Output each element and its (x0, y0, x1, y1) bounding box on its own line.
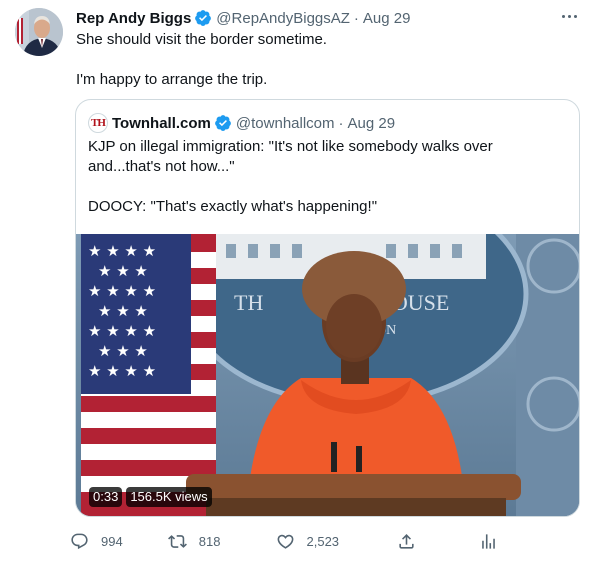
author-handle[interactable]: @RepAndyBiggsAZ (216, 10, 350, 27)
verified-badge-icon (195, 10, 212, 26)
svg-text:★ ★ ★: ★ ★ ★ (98, 302, 148, 320)
retweet-icon (167, 534, 187, 548)
svg-text:★ ★ ★ ★: ★ ★ ★ ★ (88, 282, 156, 300)
more-icon[interactable] (559, 6, 579, 26)
author-name[interactable]: Rep Andy Biggs (76, 10, 191, 27)
action-bar: 994 818 2,523 (70, 528, 510, 554)
reply-count: 994 (101, 533, 123, 549)
reply-icon (71, 533, 88, 549)
quoted-author-name[interactable]: Townhall.com (112, 115, 211, 132)
quoted-tweet[interactable]: TH Townhall.com @townhallcom · Aug 29 KJ… (75, 99, 580, 517)
svg-text:★ ★ ★ ★: ★ ★ ★ ★ (88, 322, 156, 340)
retweet-count: 818 (198, 533, 221, 549)
tweet-header: Rep Andy Biggs @RepAndyBiggsAZ · Aug 29 (76, 8, 579, 28)
analytics-button[interactable] (479, 532, 510, 551)
separator-dot: · (353, 9, 359, 27)
quoted-date[interactable]: Aug 29 (348, 115, 396, 132)
quoted-text-line: DOOCY: "That's exactly what's happening!… (88, 198, 378, 215)
video-player[interactable]: TH HOUSE ON ★ ★ ★ ★ ★ ★ ★ ★ ★ ★ ★ ★ ★ ★ … (76, 234, 579, 516)
quoted-text: KJP on illegal immigration: "It's not li… (88, 137, 567, 217)
separator-dot: · (338, 114, 344, 132)
quoted-header: TH Townhall.com @townhallcom · Aug 29 (88, 113, 395, 133)
tweet-text-line: I'm happy to arrange the trip. (76, 71, 268, 88)
video-views: 156.5K views (126, 487, 212, 507)
tweet: Rep Andy Biggs @RepAndyBiggsAZ · Aug 29 … (0, 0, 591, 561)
svg-text:★ ★ ★ ★: ★ ★ ★ ★ (88, 242, 156, 260)
tweet-date[interactable]: Aug 29 (363, 10, 411, 27)
svg-text:★ ★ ★: ★ ★ ★ (98, 342, 148, 360)
tweet-text: She should visit the border sometime. I'… (76, 30, 579, 90)
quoted-text-line: KJP on illegal immigration: "It's not li… (88, 138, 493, 155)
reply-button[interactable]: 994 (70, 532, 168, 551)
seal-text-left: TH (234, 290, 263, 315)
analytics-icon (482, 533, 495, 549)
like-button[interactable]: 2,523 (276, 532, 398, 551)
like-count: 2,523 (306, 533, 340, 549)
svg-text:★ ★ ★ ★: ★ ★ ★ ★ (88, 362, 156, 380)
quoted-author-handle[interactable]: @townhallcom (236, 115, 335, 132)
like-icon (277, 534, 293, 549)
quoted-text-line: and...that's not how..." (88, 158, 235, 175)
svg-text:★ ★ ★: ★ ★ ★ (98, 262, 148, 280)
video-frame: TH HOUSE ON ★ ★ ★ ★★ ★ ★ ★ ★ ★ ★★ ★ ★ ★ … (76, 234, 579, 516)
video-duration: 0:33 (89, 487, 123, 507)
verified-badge-icon (215, 115, 231, 131)
author-avatar[interactable] (15, 8, 63, 56)
share-icon (399, 533, 414, 549)
quoted-avatar: TH (88, 113, 108, 133)
retweet-button[interactable]: 818 (167, 532, 276, 551)
video-overlay: 0:33 156.5K views (89, 487, 212, 507)
share-button[interactable] (397, 532, 479, 551)
tweet-text-line: She should visit the border sometime. (76, 31, 327, 48)
